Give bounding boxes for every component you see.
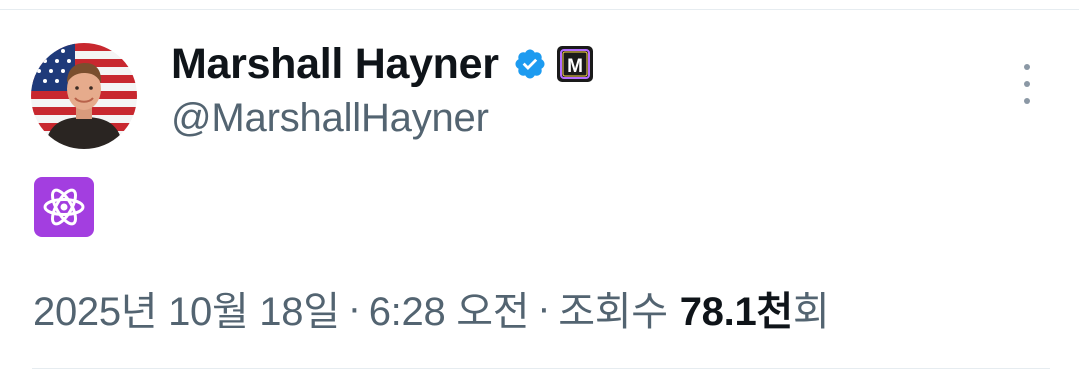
post-date[interactable]: 2025년 10월 18일 [33, 279, 340, 337]
verified-badge-icon[interactable] [513, 47, 547, 81]
more-dot [1024, 81, 1030, 87]
views-count[interactable]: 78.1천 [680, 279, 793, 337]
bottom-divider [32, 368, 1050, 369]
affiliate-badge-letter: M [567, 56, 583, 77]
affiliate-badge-icon[interactable]: M [556, 46, 593, 82]
top-divider [0, 9, 1079, 10]
more-options-icon[interactable] [1012, 64, 1042, 104]
views-label: 조회수 [558, 290, 668, 334]
author-display-name[interactable]: Marshall Hayner [171, 40, 499, 89]
atom-symbol-icon [34, 177, 94, 237]
avatar[interactable] [31, 43, 137, 149]
more-dot [1024, 98, 1030, 104]
views-suffix: 회 [792, 290, 830, 334]
author-name-row: Marshall Hayner M [171, 38, 593, 90]
post-meta: 2025년 10월 18일 · 6:28 오전 · 조회수 78.1천 회 [33, 284, 830, 335]
post-time[interactable]: 6:28 오전 [369, 279, 530, 337]
meta-separator: · [537, 285, 551, 330]
author-handle[interactable]: @MarshallHayner [171, 96, 489, 141]
meta-separator: · [347, 285, 361, 330]
more-dot [1024, 64, 1030, 70]
